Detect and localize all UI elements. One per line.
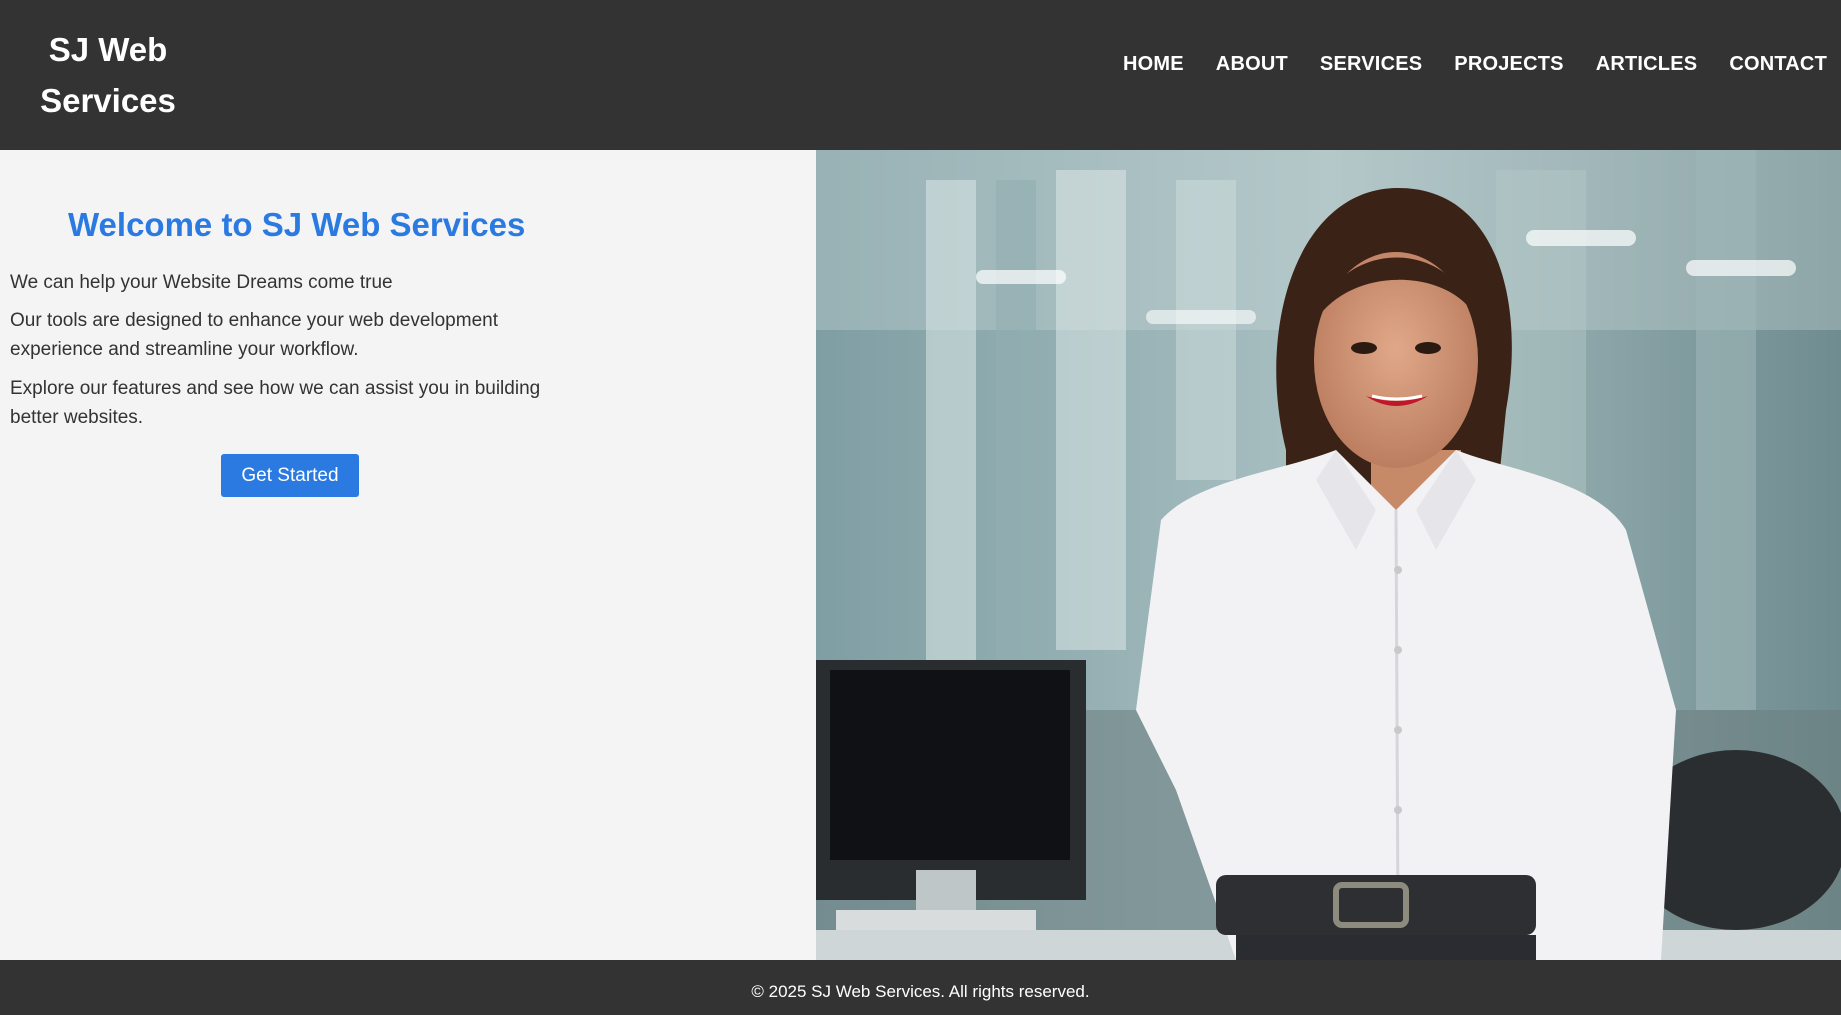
hero-title: Welcome to SJ Web Services: [68, 206, 526, 243]
nav-contact-link[interactable]: CONTACT: [1729, 53, 1827, 76]
nav-about-link[interactable]: ABOUT: [1216, 53, 1288, 76]
site-footer: © 2025 SJ Web Services. All rights reser…: [0, 960, 1841, 1015]
copyright-text: © 2025 SJ Web Services. All rights reser…: [751, 982, 1090, 1001]
get-started-button[interactable]: Get Started: [221, 454, 359, 497]
office-photo-illustration: [816, 150, 1841, 960]
hero-paragraph-2: Our tools are designed to enhance your w…: [10, 310, 498, 360]
brand-logo-text[interactable]: SJ Web Services: [30, 24, 186, 126]
hero-image-businesswoman: [816, 150, 1841, 960]
hero-paragraph-1: We can help your Website Dreams come tru…: [10, 272, 393, 293]
nav-articles-link[interactable]: ARTICLES: [1596, 53, 1698, 76]
site-header: SJ Web Services HOME ABOUT SERVICES PROJ…: [0, 0, 1841, 150]
hero-paragraph-3: Explore our features and see how we can …: [10, 378, 541, 428]
nav-projects-link[interactable]: PROJECTS: [1454, 53, 1563, 76]
nav-services-link[interactable]: SERVICES: [1320, 53, 1422, 76]
nav-home-link[interactable]: HOME: [1123, 53, 1184, 76]
hero-text-panel: Welcome to SJ Web Services We can help y…: [0, 150, 816, 960]
main-nav: HOME ABOUT SERVICES PROJECTS ARTICLES CO…: [1123, 53, 1827, 76]
